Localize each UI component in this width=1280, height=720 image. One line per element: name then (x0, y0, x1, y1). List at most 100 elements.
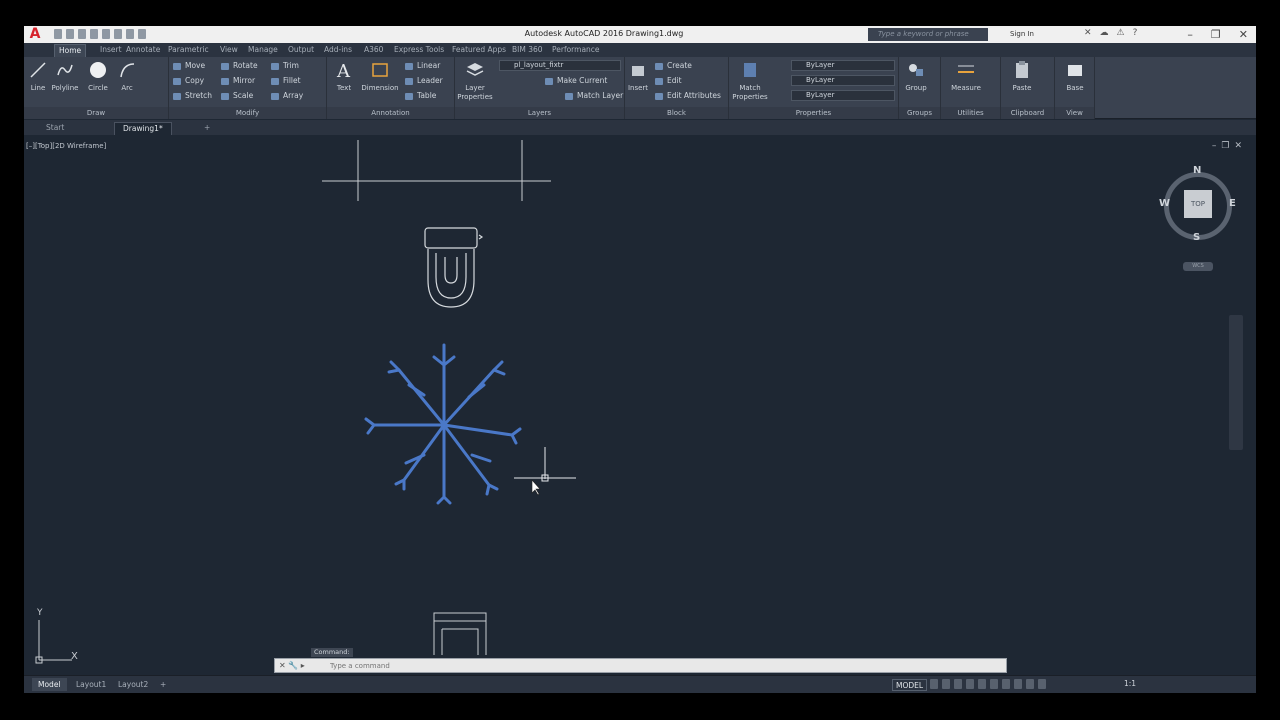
rotate-button[interactable]: Rotate (221, 60, 258, 72)
tab-output[interactable]: Output (284, 44, 318, 57)
close-icon[interactable]: ✕ (1239, 26, 1248, 43)
tab-express-tools[interactable]: Express Tools (390, 44, 448, 57)
draw-panel-label[interactable]: Draw (24, 107, 168, 119)
a360-icon[interactable]: ☁ (1100, 28, 1109, 38)
layer-properties-button[interactable]: Layer Properties (455, 60, 495, 101)
fillet-button[interactable]: Fillet (271, 75, 301, 87)
edit-attributes-button[interactable]: Edit Attributes (655, 90, 721, 102)
file-tab-start[interactable]: Start (38, 122, 72, 135)
account-icon[interactable]: ⚠ (1117, 28, 1125, 38)
layout-tab-model[interactable]: Model (32, 678, 67, 691)
osnap-icon[interactable] (978, 679, 986, 689)
exchange-icon[interactable]: ✕ (1084, 28, 1092, 38)
wcs-menu[interactable]: WCS (1183, 262, 1213, 271)
model-space-button[interactable]: MODEL (892, 679, 928, 691)
create-block-button[interactable]: Create (655, 60, 692, 72)
tab-performance[interactable]: Performance (548, 44, 604, 57)
polar-icon[interactable] (966, 679, 974, 689)
linetype-dropdown[interactable]: ByLayer (791, 75, 895, 86)
tab-annotate[interactable]: Annotate (122, 44, 164, 57)
match-properties-button[interactable]: Match Properties (731, 60, 769, 101)
maximize-icon[interactable]: ❐ (1211, 26, 1221, 43)
base-button[interactable]: Base (1058, 60, 1092, 92)
navigation-bar[interactable] (1229, 315, 1243, 450)
dimension-button[interactable]: Dimension (360, 60, 400, 92)
tab-manage[interactable]: Manage (244, 44, 282, 57)
tab-a360[interactable]: A360 (360, 44, 387, 57)
file-tab-drawing1[interactable]: Drawing1* (114, 122, 172, 135)
scale-button[interactable]: Scale (221, 90, 253, 102)
save-icon[interactable] (78, 29, 86, 39)
otrack-icon[interactable] (990, 679, 998, 689)
make-current-button[interactable]: Make Current (545, 75, 607, 87)
clipboard-panel-label[interactable]: Clipboard (1001, 107, 1054, 119)
edit-block-button[interactable]: Edit (655, 75, 682, 87)
groups-panel-label[interactable]: Groups (899, 107, 940, 119)
linear-dimension-button[interactable]: Linear (405, 60, 440, 72)
table-button[interactable]: Table (405, 90, 436, 102)
viewcube-top-face[interactable]: TOP (1184, 190, 1212, 218)
measure-button[interactable]: Measure (949, 60, 983, 92)
new-icon[interactable] (54, 29, 62, 39)
plot-icon[interactable] (102, 29, 110, 39)
minimize-icon[interactable]: – (1187, 26, 1193, 43)
annotation-scale[interactable]: 1:1 (1124, 679, 1136, 688)
search-input[interactable]: Type a keyword or phrase (868, 28, 988, 41)
layout-tab-layout1[interactable]: Layout1 (70, 678, 112, 691)
insert-button[interactable]: Insert (621, 60, 655, 92)
lineweight-icon[interactable] (1002, 679, 1010, 689)
open-icon[interactable] (66, 29, 74, 39)
color-dropdown[interactable]: ByLayer (791, 60, 895, 71)
command-input[interactable] (330, 660, 990, 671)
new-tab-icon[interactable]: + (196, 122, 218, 135)
help-icon[interactable]: ? (1133, 28, 1138, 38)
properties-panel-label[interactable]: Properties (729, 107, 898, 119)
text-button[interactable]: A Text (327, 60, 361, 92)
match-layer-button[interactable]: Match Layer (565, 90, 623, 102)
tab-view[interactable]: View (216, 44, 242, 57)
utilities-panel-label[interactable]: Utilities (941, 107, 1000, 119)
leader-button[interactable]: Leader (405, 75, 443, 87)
workspace-icon[interactable] (138, 29, 146, 39)
selection-cycling-icon[interactable] (1026, 679, 1034, 689)
close-command-icon[interactable]: ✕ (279, 661, 286, 670)
trim-button[interactable]: Trim (271, 60, 299, 72)
viewcube[interactable]: TOP N S E W (1159, 165, 1236, 244)
tab-bim-360[interactable]: BIM 360 (508, 44, 547, 57)
group-button[interactable]: Group (899, 60, 933, 92)
recent-commands-icon[interactable]: ▸ (301, 661, 305, 670)
save-as-icon[interactable] (90, 29, 98, 39)
block-panel-label[interactable]: Block (625, 107, 728, 119)
snap-icon[interactable] (942, 679, 950, 689)
add-layout-icon[interactable]: + (154, 678, 172, 691)
layout-tab-layout2[interactable]: Layout2 (112, 678, 154, 691)
tab-home[interactable]: Home (54, 44, 87, 57)
tab-add-ins[interactable]: Add-ins (320, 44, 356, 57)
tab-featured-apps[interactable]: Featured Apps (448, 44, 510, 57)
compass-east[interactable]: E (1229, 198, 1236, 209)
array-button[interactable]: Array (271, 90, 303, 102)
compass-west[interactable]: W (1159, 198, 1170, 209)
layers-panel-label[interactable]: Layers (455, 107, 624, 119)
sign-in-button[interactable]: Sign In (994, 28, 1034, 41)
view-panel-label[interactable]: View (1055, 107, 1094, 119)
arc-button[interactable]: Arc (110, 60, 144, 92)
mirror-button[interactable]: Mirror (221, 75, 255, 87)
drawing-area[interactable]: [–][Top][2D Wireframe] – ❐ ✕ Y X TOP N S… (24, 135, 1256, 675)
move-button[interactable]: Move (173, 60, 205, 72)
tab-parametric[interactable]: Parametric (164, 44, 213, 57)
paste-button[interactable]: Paste (1005, 60, 1039, 92)
polyline-button[interactable]: Polyline (48, 60, 82, 92)
grid-icon[interactable] (930, 679, 938, 689)
customize-icon[interactable]: 🔧 (288, 661, 298, 670)
annotation-panel-label[interactable]: Annotation (327, 107, 454, 119)
modify-panel-label[interactable]: Modify (169, 107, 326, 119)
compass-south[interactable]: S (1193, 232, 1200, 243)
application-menu-button[interactable]: A (24, 26, 46, 43)
compass-north[interactable]: N (1193, 165, 1201, 176)
redo-icon[interactable] (126, 29, 134, 39)
lineweight-dropdown[interactable]: ByLayer (791, 90, 895, 101)
undo-icon[interactable] (114, 29, 122, 39)
layer-dropdown[interactable]: pl_layout_fixtr (499, 60, 621, 71)
ortho-icon[interactable] (954, 679, 962, 689)
